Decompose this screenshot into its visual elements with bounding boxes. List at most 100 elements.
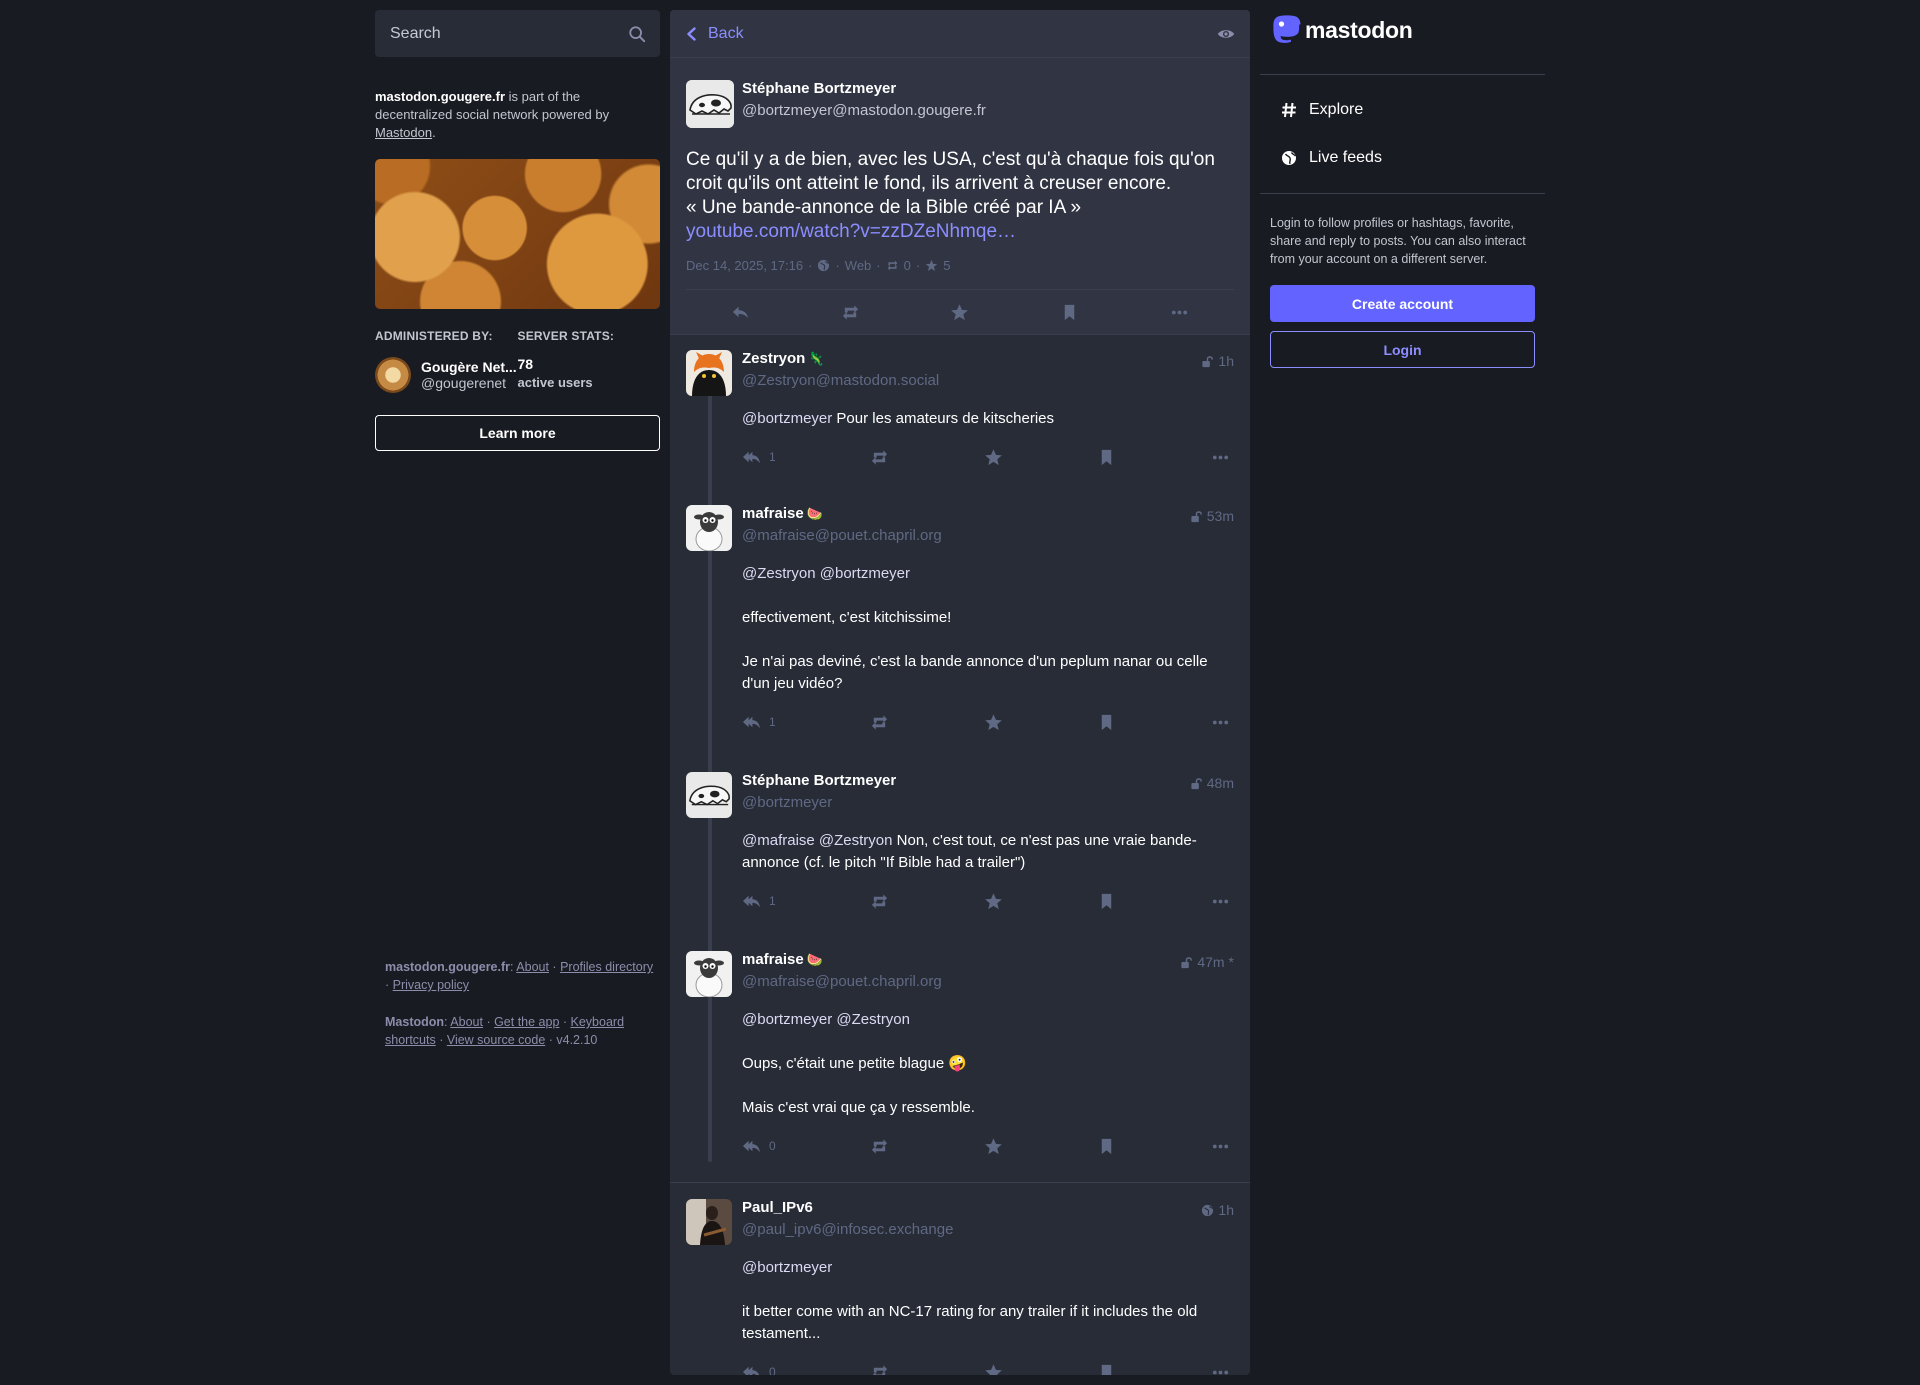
source-code-link[interactable]: View source code bbox=[447, 1033, 545, 1047]
mention-link[interactable]: @bortzmeyer bbox=[742, 410, 832, 427]
back-button[interactable]: Back bbox=[685, 25, 744, 43]
star-icon[interactable] bbox=[984, 1363, 1003, 1375]
avatar[interactable] bbox=[686, 772, 732, 818]
post-date[interactable]: Dec 14, 2025, 17:16 bbox=[686, 258, 803, 273]
admin-name[interactable]: Gougère Net... bbox=[421, 359, 517, 375]
reply-author-name-text[interactable]: Zestryon bbox=[742, 350, 805, 367]
reply-button[interactable]: 0 bbox=[742, 1363, 776, 1375]
reply-time-text[interactable]: 1h bbox=[1218, 353, 1234, 369]
reply-button[interactable]: 0 bbox=[742, 1137, 776, 1156]
reply-post[interactable]: mafraise 🍉 @mafraise@pouet.chapril.org 47… bbox=[670, 927, 1250, 1172]
reply-icon[interactable] bbox=[731, 303, 750, 322]
reply-author-name-text[interactable]: Stéphane Bortzmeyer bbox=[742, 772, 896, 789]
avatar[interactable] bbox=[686, 951, 732, 997]
focused-post-header[interactable]: Stéphane Bortzmeyer @bortzmeyer@mastodon… bbox=[686, 80, 1234, 128]
privacy-policy-link[interactable]: Privacy policy bbox=[393, 978, 469, 992]
admin-account[interactable]: Gougère Net... @gougerenet bbox=[375, 357, 518, 393]
reply-time[interactable]: 47m * bbox=[1180, 954, 1234, 970]
reply-author-name[interactable]: Zestryon 🦎 bbox=[742, 350, 1201, 367]
bookmark-icon[interactable] bbox=[1060, 303, 1079, 322]
profiles-directory-link[interactable]: Profiles directory bbox=[560, 960, 653, 974]
reply-author-name-text[interactable]: Paul_IPv6 bbox=[742, 1199, 813, 1216]
nav-explore-label[interactable]: Explore bbox=[1309, 101, 1363, 119]
post-link[interactable]: youtube.com/watch?v=zzDZeNhmqe… bbox=[686, 221, 1016, 242]
search-box[interactable] bbox=[375, 10, 660, 57]
more-icon[interactable] bbox=[1170, 303, 1189, 322]
avatar[interactable] bbox=[686, 505, 732, 551]
reply-button[interactable]: 1 bbox=[742, 892, 776, 911]
create-account-button[interactable]: Create account bbox=[1270, 285, 1535, 322]
reply-author-name-text[interactable]: mafraise bbox=[742, 505, 804, 522]
logo-text[interactable]: mastodon bbox=[1305, 17, 1413, 44]
avatar[interactable] bbox=[686, 1199, 732, 1245]
boost-icon[interactable] bbox=[870, 1137, 889, 1156]
reply-post[interactable]: Paul_IPv6 @paul_ipv6@infosec.exchange 1h… bbox=[670, 1182, 1250, 1375]
reply-post[interactable]: Zestryon 🦎 @Zestryon@mastodon.social 1h @… bbox=[670, 335, 1250, 483]
admin-avatar[interactable] bbox=[375, 357, 411, 393]
author-name[interactable]: Stéphane Bortzmeyer bbox=[742, 80, 986, 97]
star-icon[interactable] bbox=[984, 892, 1003, 911]
nav-live-feeds[interactable]: Live feeds bbox=[1260, 134, 1545, 182]
search-input[interactable] bbox=[390, 24, 628, 43]
reply-time-text[interactable]: 53m bbox=[1207, 508, 1234, 524]
mastodon-about-link[interactable]: About bbox=[450, 1015, 483, 1029]
reply-author-name[interactable]: mafraise 🍉 bbox=[742, 951, 1180, 968]
reply-post[interactable]: mafraise 🍉 @mafraise@pouet.chapril.org 53… bbox=[670, 483, 1250, 748]
mention-link[interactable]: @bortzmeyer bbox=[742, 1259, 832, 1276]
avatar[interactable] bbox=[686, 350, 732, 396]
bookmark-icon[interactable] bbox=[1097, 892, 1116, 911]
login-button[interactable]: Login bbox=[1270, 331, 1535, 368]
boost-count[interactable]: 0 bbox=[904, 258, 911, 273]
post-meta: Dec 14, 2025, 17:16 · · Web · 0 · 5 bbox=[686, 258, 1234, 290]
nav-explore[interactable]: Explore bbox=[1260, 86, 1545, 134]
eye-icon[interactable] bbox=[1217, 25, 1235, 43]
reply-header: Stéphane Bortzmeyer @bortzmeyer 48m bbox=[686, 772, 1234, 818]
bookmark-icon[interactable] bbox=[1097, 1363, 1116, 1375]
reply-time[interactable]: 1h bbox=[1201, 1202, 1234, 1218]
star-icon[interactable] bbox=[984, 713, 1003, 732]
more-icon[interactable] bbox=[1211, 1137, 1230, 1156]
more-icon[interactable] bbox=[1211, 892, 1230, 911]
boost-icon[interactable] bbox=[870, 1363, 889, 1375]
star-icon[interactable] bbox=[950, 303, 969, 322]
mastodon-link[interactable]: Mastodon bbox=[375, 125, 432, 140]
bookmark-icon[interactable] bbox=[1097, 713, 1116, 732]
avatar[interactable] bbox=[686, 80, 734, 128]
reply-time[interactable]: 1h bbox=[1201, 353, 1234, 369]
more-icon[interactable] bbox=[1211, 448, 1230, 467]
boost-icon[interactable] bbox=[870, 713, 889, 732]
reply-button[interactable]: 1 bbox=[742, 713, 776, 732]
reply-time-text[interactable]: 48m bbox=[1207, 775, 1234, 791]
mastodon-logo[interactable]: mastodon bbox=[1260, 10, 1545, 50]
nav-live-feeds-label[interactable]: Live feeds bbox=[1309, 149, 1382, 167]
edited-mark[interactable]: * bbox=[1229, 954, 1234, 970]
bookmark-icon[interactable] bbox=[1097, 1137, 1116, 1156]
more-icon[interactable] bbox=[1211, 1363, 1230, 1376]
more-icon[interactable] bbox=[1211, 713, 1230, 732]
reply-author-name-text[interactable]: mafraise bbox=[742, 951, 804, 968]
mention-link[interactable]: @Zestryon @bortzmeyer bbox=[742, 565, 910, 582]
boost-icon[interactable] bbox=[841, 303, 860, 322]
reply-time[interactable]: 48m bbox=[1190, 775, 1234, 791]
bookmark-icon[interactable] bbox=[1097, 448, 1116, 467]
reply-author-name[interactable]: mafraise 🍉 bbox=[742, 505, 1190, 522]
reply-time[interactable]: 53m bbox=[1190, 508, 1234, 524]
search-icon[interactable] bbox=[628, 25, 646, 43]
favourite-count[interactable]: 5 bbox=[943, 258, 950, 273]
reply-button[interactable]: 1 bbox=[742, 448, 776, 467]
boost-icon[interactable] bbox=[870, 448, 889, 467]
mention-link[interactable]: @bortzmeyer @Zestryon bbox=[742, 1011, 910, 1028]
mention-link[interactable]: @mafraise @Zestryon bbox=[742, 832, 893, 849]
back-label[interactable]: Back bbox=[708, 25, 744, 43]
reply-post[interactable]: Stéphane Bortzmeyer @bortzmeyer 48m @maf… bbox=[670, 748, 1250, 927]
reply-author-name[interactable]: Paul_IPv6 bbox=[742, 1199, 1201, 1216]
get-app-link[interactable]: Get the app bbox=[494, 1015, 559, 1029]
footer-about-link[interactable]: About bbox=[516, 960, 549, 974]
star-icon[interactable] bbox=[984, 1137, 1003, 1156]
boost-icon[interactable] bbox=[870, 892, 889, 911]
learn-more-button[interactable]: Learn more bbox=[375, 415, 660, 451]
reply-time-text[interactable]: 47m bbox=[1197, 954, 1224, 970]
reply-time-text[interactable]: 1h bbox=[1218, 1202, 1234, 1218]
star-icon[interactable] bbox=[984, 448, 1003, 467]
reply-author-name[interactable]: Stéphane Bortzmeyer bbox=[742, 772, 1190, 789]
